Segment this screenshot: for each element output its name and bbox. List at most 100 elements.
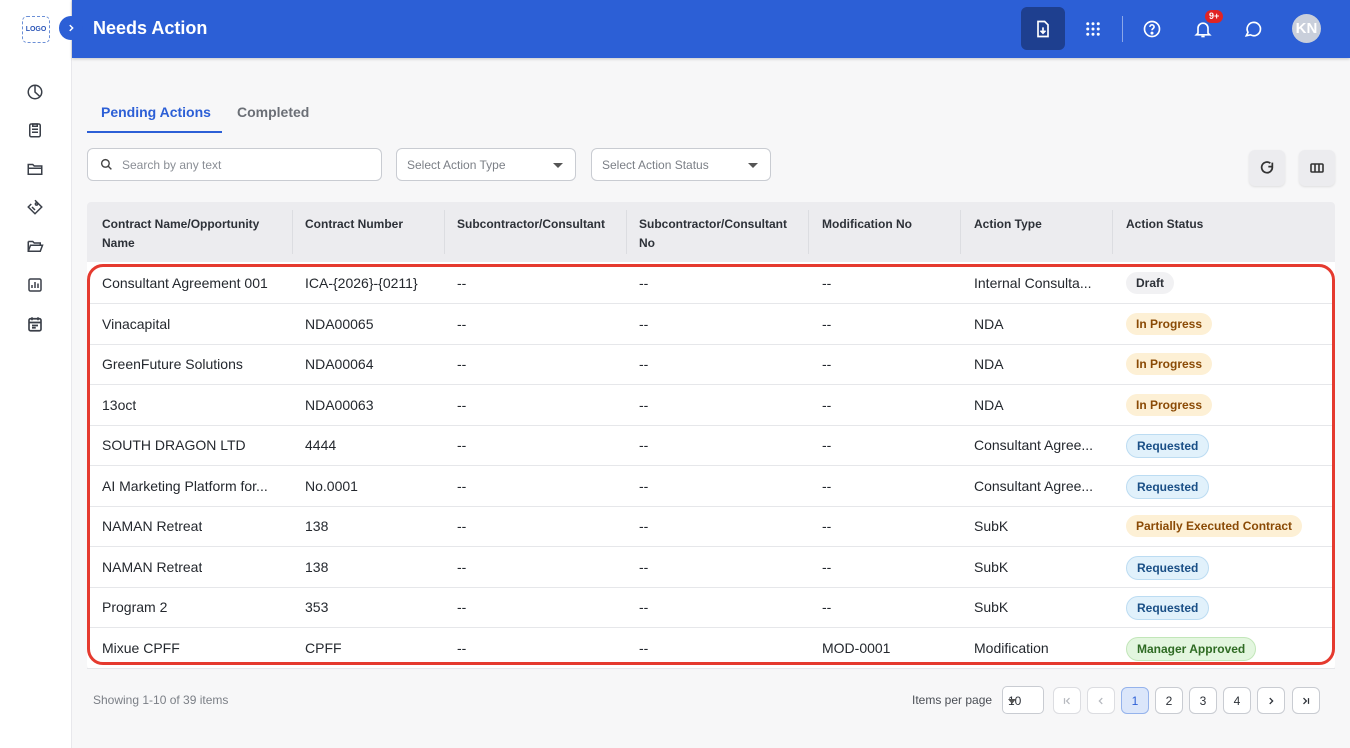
cell-subcontractor: -- xyxy=(457,356,467,372)
logo: LOGO xyxy=(22,16,50,43)
cell-contract-number: 138 xyxy=(305,558,329,575)
column-settings-button[interactable] xyxy=(1299,150,1335,186)
cell-subcontractor-no: -- xyxy=(639,275,649,291)
page-button-1[interactable]: 1 xyxy=(1121,687,1149,714)
cell-contract-name: Program 2 xyxy=(102,599,168,615)
status-badge: Draft xyxy=(1126,272,1175,294)
dropdown-caret-icon xyxy=(1008,699,1016,704)
table-row[interactable]: AI Marketing Platform for... No.0001 -- -- -… xyxy=(87,466,1335,507)
page-button-4[interactable]: 4 xyxy=(1223,687,1251,714)
first-page-button[interactable] xyxy=(1053,687,1081,714)
chat-icon xyxy=(1244,21,1262,37)
cell-subcontractor: -- xyxy=(457,396,467,413)
items-per-page-select[interactable]: 10 xyxy=(1002,686,1044,714)
table-row[interactable]: Program 2 353 -- -- -- SubK Requested xyxy=(87,587,1335,628)
search-input[interactable] xyxy=(122,150,372,179)
cell-modification-no: -- xyxy=(822,437,832,453)
dropdown-caret-icon xyxy=(553,163,563,168)
tab-pending-actions[interactable]: Pending Actions xyxy=(101,104,211,120)
table-row[interactable]: GreenFuture Solutions NDA00064 -- -- -- NDA In… xyxy=(87,344,1335,385)
cell-contract-name: NAMAN Retreat xyxy=(102,558,203,575)
cell-action-type: Consultant Agree... xyxy=(974,477,1094,494)
cell-contract-name: 13oct xyxy=(102,396,137,413)
column-divider xyxy=(292,210,293,254)
column-header-modification-no[interactable]: Modification No xyxy=(822,215,952,234)
cell-subcontractor-no: -- xyxy=(639,396,649,413)
chat-button[interactable] xyxy=(1231,7,1275,50)
status-badge: In Progress xyxy=(1126,353,1213,375)
search-box xyxy=(87,148,382,181)
cell-modification-no: -- xyxy=(822,275,832,291)
cell-subcontractor: -- xyxy=(457,639,467,656)
calendar-icon[interactable] xyxy=(24,313,46,335)
status-badge: In Progress xyxy=(1126,393,1213,416)
report-icon[interactable] xyxy=(24,274,46,296)
action-status-select[interactable]: Select Action Status xyxy=(591,148,771,181)
dashboard-icon[interactable] xyxy=(24,81,46,103)
last-page-button[interactable] xyxy=(1292,687,1320,714)
cell-modification-no: -- xyxy=(822,477,832,494)
actions-table: Contract Name/Opportunity Name Contract … xyxy=(87,202,1335,669)
column-header-action-status[interactable]: Action Status xyxy=(1126,215,1256,234)
status-badge: Partially Executed Contract xyxy=(1126,515,1303,537)
table-row[interactable]: Vinacapital NDA00065 -- -- -- NDA In Progress xyxy=(87,304,1335,345)
page-button-2[interactable]: 2 xyxy=(1155,687,1183,714)
action-type-select[interactable]: Select Action Type xyxy=(396,148,576,181)
file-download-icon xyxy=(1037,20,1049,37)
column-header-action-type[interactable]: Action Type xyxy=(974,215,1104,234)
status-badge: In Progress xyxy=(1126,312,1213,335)
folder-open-icon[interactable] xyxy=(24,235,46,257)
page-button-3[interactable]: 3 xyxy=(1189,687,1217,714)
previous-page-button[interactable] xyxy=(1087,687,1115,714)
tab-completed[interactable]: Completed xyxy=(237,104,309,120)
column-divider xyxy=(960,210,961,254)
column-header-contract-number[interactable]: Contract Number xyxy=(305,215,435,234)
table-row[interactable]: Mixue CPFF CPFF -- -- MOD-0001 Modification Ma… xyxy=(87,628,1335,669)
column-header-subcontractor-no[interactable]: Subcontractor/Consultant No xyxy=(639,215,799,253)
table-row[interactable]: 13oct NDA00063 -- -- -- NDA In Progress xyxy=(87,385,1335,426)
cell-contract-name: Vinacapital xyxy=(102,315,171,332)
cell-modification-no: MOD-0001 xyxy=(822,639,891,656)
cell-contract-number: NDA00064 xyxy=(305,356,374,372)
refresh-button[interactable] xyxy=(1249,150,1285,186)
column-divider xyxy=(626,210,627,254)
status-badge: Requested xyxy=(1126,596,1210,620)
next-page-button[interactable] xyxy=(1257,687,1285,714)
table-row[interactable]: NAMAN Retreat 138 -- -- -- SubK Partially Exec… xyxy=(87,506,1335,547)
help-button[interactable] xyxy=(1130,7,1174,50)
column-header-subcontractor[interactable]: Subcontractor/Consultant xyxy=(457,215,627,234)
table-row[interactable]: NAMAN Retreat 138 -- -- -- SubK Requested xyxy=(87,547,1335,588)
action-status-placeholder: Select Action Status xyxy=(602,158,709,172)
cell-subcontractor: -- xyxy=(457,315,467,332)
apps-button[interactable] xyxy=(1071,7,1115,50)
cell-contract-name: AI Marketing Platform for... xyxy=(102,477,268,494)
tag-icon[interactable] xyxy=(24,196,46,218)
avatar[interactable]: KN xyxy=(1292,14,1321,43)
last-page-icon xyxy=(1303,697,1310,704)
cell-modification-no: -- xyxy=(822,356,832,372)
status-badge: Manager Approved xyxy=(1126,636,1257,661)
expand-sidebar-button[interactable] xyxy=(59,16,83,40)
download-button[interactable] xyxy=(1021,7,1065,50)
notifications-button[interactable]: 9+ xyxy=(1181,7,1225,50)
status-badge: Requested xyxy=(1126,555,1210,580)
cell-subcontractor-no: -- xyxy=(639,356,649,372)
cell-subcontractor-no: -- xyxy=(639,599,649,615)
notification-badge: 9+ xyxy=(1205,10,1224,23)
column-header-contract-name[interactable]: Contract Name/Opportunity Name xyxy=(102,215,282,253)
table-row[interactable]: SOUTH DRAGON LTD 4444 -- -- -- Consultant Agr… xyxy=(87,425,1335,466)
cell-action-type: SubK xyxy=(974,518,1009,534)
cell-subcontractor: -- xyxy=(457,275,467,291)
table-row[interactable]: Consultant Agreement 001 ICA-{2026}-{0211… xyxy=(87,263,1335,304)
cell-contract-number: 4444 xyxy=(305,437,337,453)
clipboard-icon[interactable] xyxy=(24,119,46,141)
cell-subcontractor: -- xyxy=(457,477,467,494)
chevron-left-icon xyxy=(1098,697,1103,704)
cell-contract-number: CPFF xyxy=(305,639,342,656)
header-divider xyxy=(1122,16,1123,42)
cell-action-type: NDA xyxy=(974,356,1004,372)
search-icon xyxy=(100,158,112,170)
folder-icon[interactable] xyxy=(24,158,46,180)
cell-contract-number: NDA00065 xyxy=(305,315,374,332)
cell-subcontractor-no: -- xyxy=(639,315,649,332)
